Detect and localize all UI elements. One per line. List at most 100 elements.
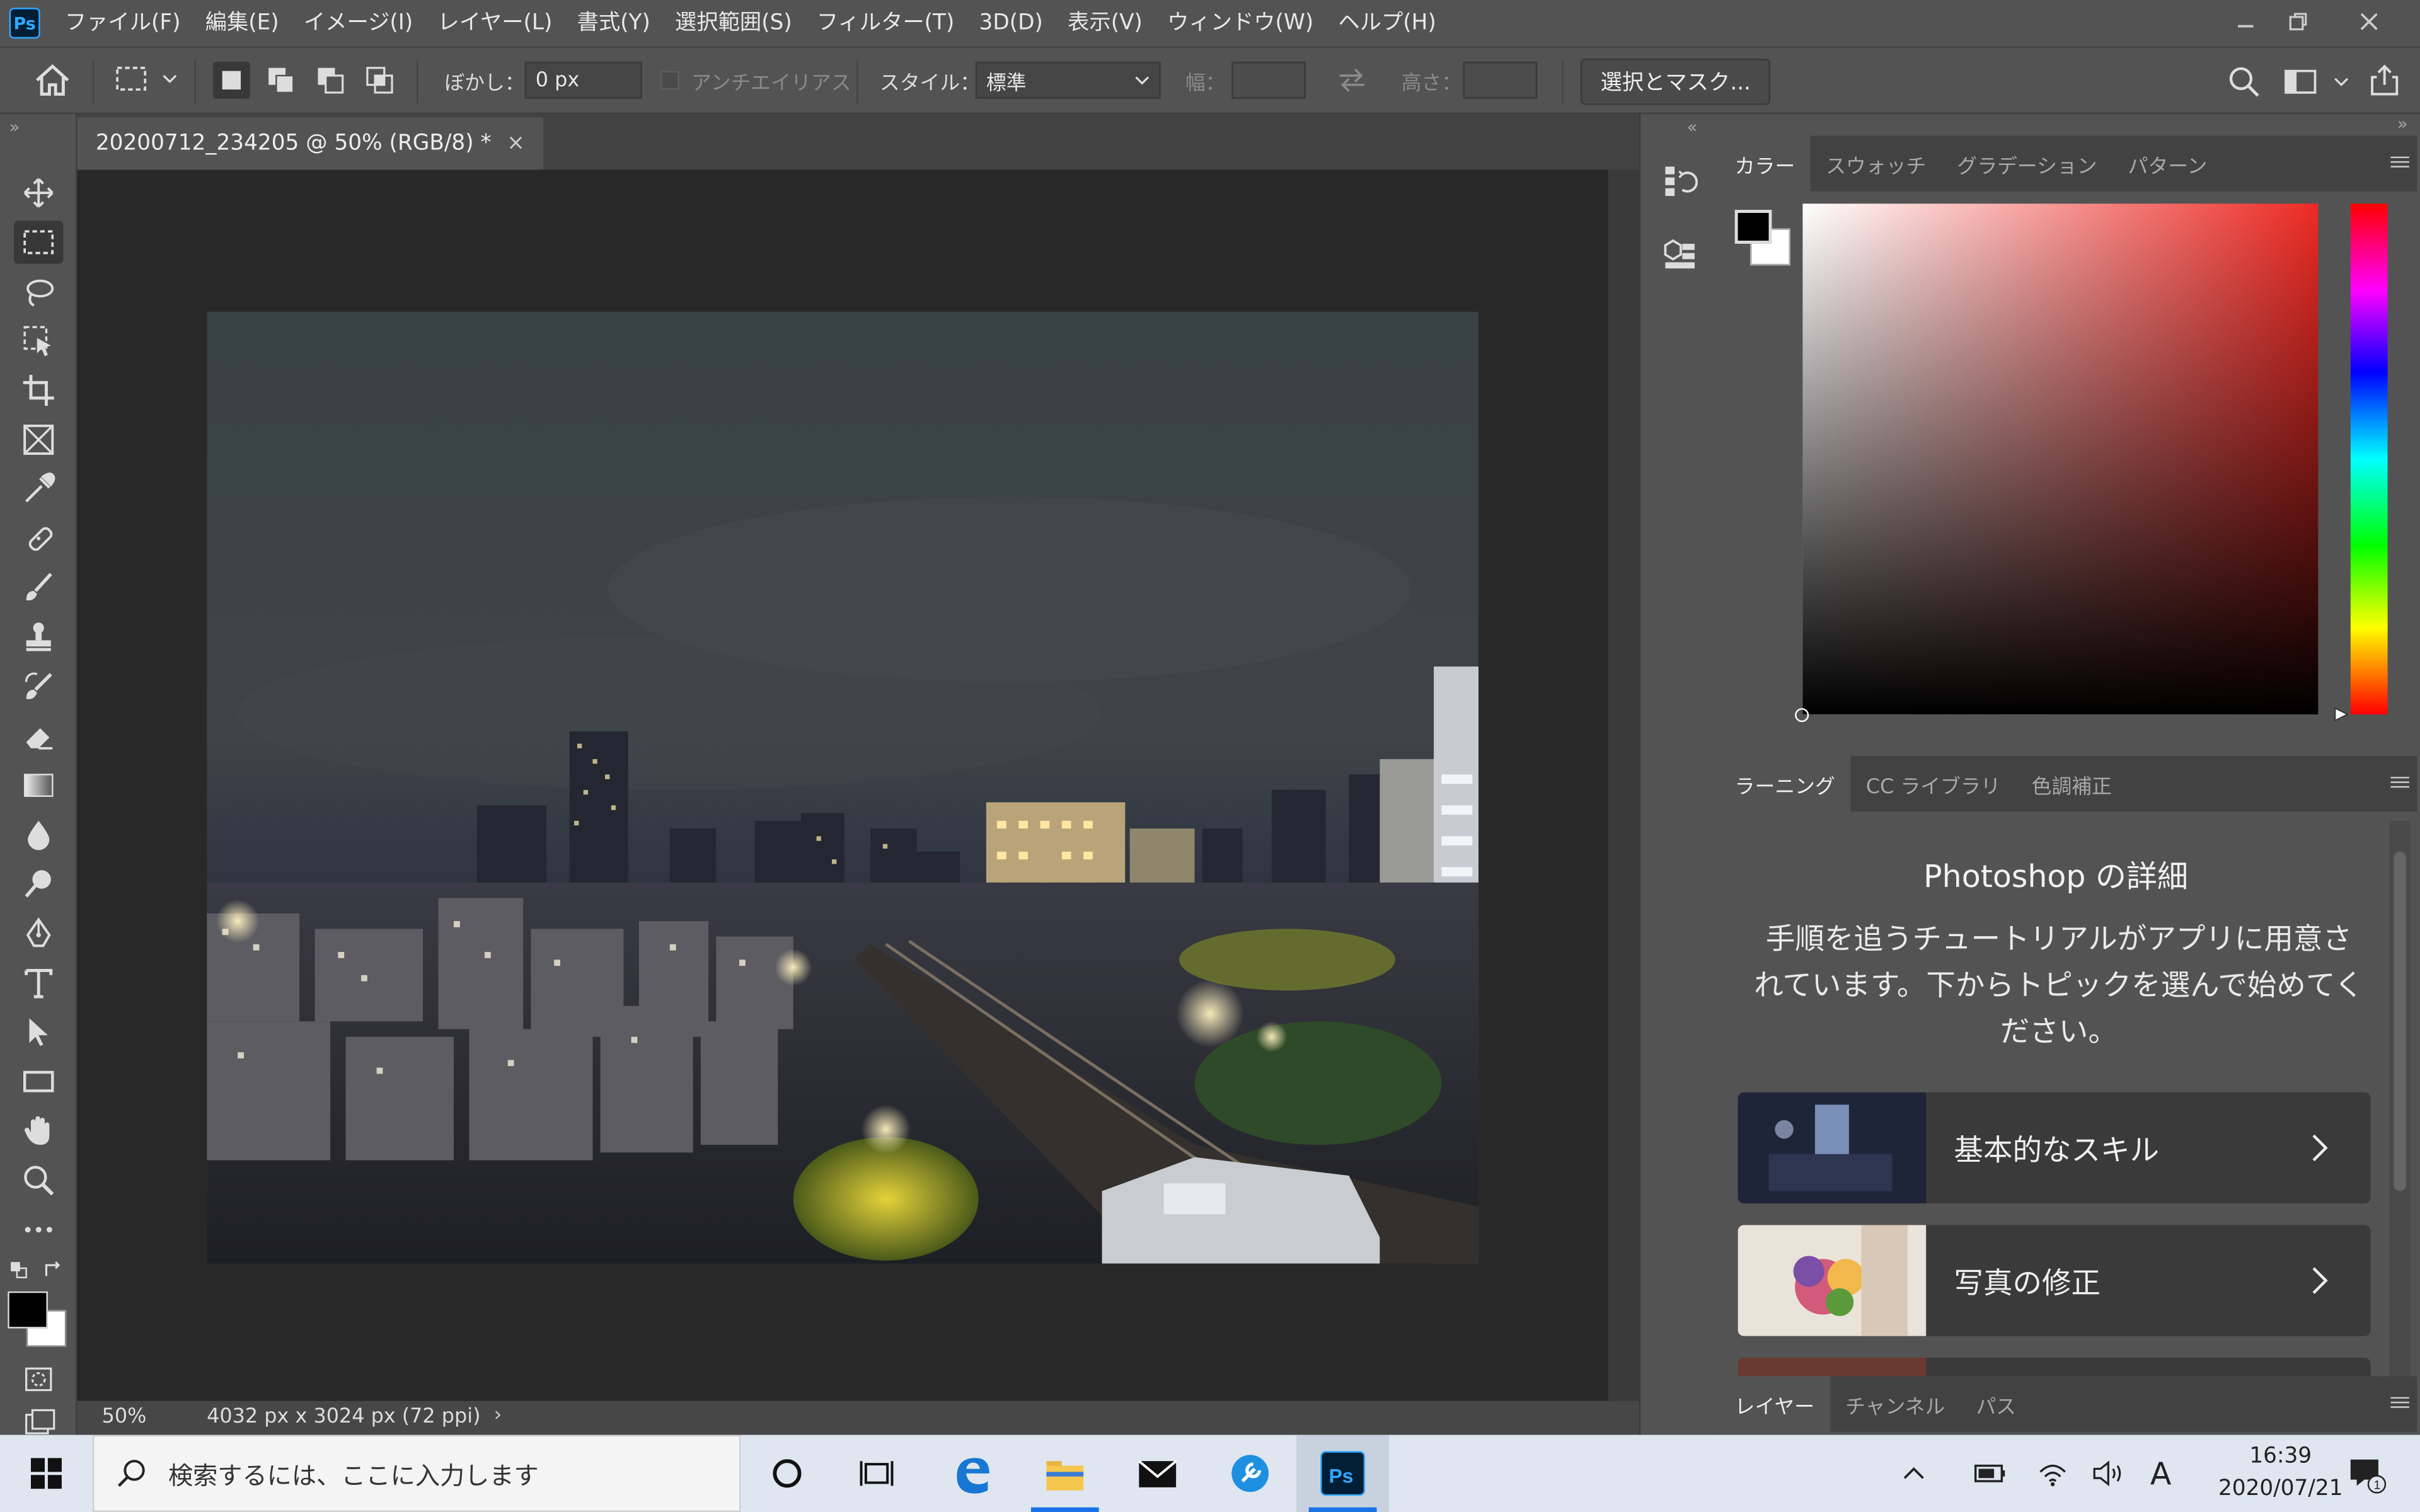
foreground-color-swatch[interactable] [8, 1291, 48, 1329]
workspace-icon[interactable] [2285, 66, 2319, 97]
menu-item[interactable]: ヘルプ(H) [1326, 0, 1449, 46]
panel-tab[interactable]: カラー [1719, 135, 1811, 192]
eyedropper-icon[interactable] [14, 467, 63, 511]
add-selection-button[interactable] [262, 62, 299, 99]
edge-icon[interactable] [926, 1435, 1018, 1512]
3d-icon[interactable] [1653, 228, 1705, 280]
zoom-level[interactable]: 50% [102, 1406, 147, 1429]
wifi-icon[interactable] [2022, 1435, 2083, 1512]
close-tab-icon[interactable]: × [507, 131, 525, 156]
new-selection-button[interactable] [212, 61, 250, 99]
panel-tab[interactable]: CC ライブラリ [1850, 756, 2016, 811]
pen-icon[interactable] [14, 912, 63, 955]
home-icon[interactable] [34, 63, 71, 97]
swap-icon[interactable] [1337, 68, 1368, 93]
cortana-icon[interactable] [741, 1435, 834, 1512]
style-select[interactable]: 標準 [975, 61, 1161, 99]
menu-item[interactable]: 書式(Y) [565, 0, 662, 46]
hue-slider[interactable] [2350, 203, 2388, 714]
expand-icon[interactable]: » [9, 117, 20, 137]
windows-start-icon[interactable] [0, 1435, 93, 1512]
collapse-panels-icon[interactable]: » [2397, 114, 2407, 134]
panel-tab[interactable]: チャンネル [1830, 1377, 1961, 1432]
frame-icon[interactable] [14, 418, 63, 462]
learn-card-photo-fix[interactable]: 写真の修正 [1737, 1225, 2371, 1336]
history-brush-icon[interactable] [14, 665, 63, 709]
hand-icon[interactable] [14, 1109, 63, 1153]
eraser-icon[interactable] [14, 714, 63, 758]
panel-tab[interactable]: パス [1961, 1377, 2032, 1432]
learn-scrollbar[interactable] [2389, 820, 2411, 1377]
gradient-icon[interactable] [14, 764, 63, 807]
search-icon[interactable] [2227, 65, 2261, 99]
screen-mode-icon[interactable] [14, 1407, 63, 1435]
share-icon[interactable] [2368, 63, 2402, 97]
panel-tab[interactable]: 色調補正 [2016, 756, 2127, 811]
taskbar-clock[interactable]: 16:39 2020/07/21 [2218, 1441, 2343, 1506]
stamp-icon[interactable] [14, 616, 63, 659]
zoom-icon[interactable] [14, 1159, 63, 1202]
color-field[interactable] [1795, 203, 2319, 723]
panel-tab[interactable]: パターン [2112, 136, 2223, 192]
notification-icon[interactable]: 1 [2327, 1435, 2404, 1512]
more-tools-icon[interactable] [14, 1208, 63, 1252]
menu-item[interactable]: レイヤー(L) [425, 0, 565, 46]
menu-item[interactable]: 3D(D) [967, 0, 1056, 46]
menu-item[interactable]: ウィンドウ(W) [1155, 0, 1326, 46]
intersect-selection-button[interactable] [361, 62, 398, 99]
select-and-mask-button[interactable]: 選択とマスク... [1580, 59, 1771, 105]
swap-colors-icon[interactable] [43, 1261, 65, 1279]
close-window-button[interactable] [2343, 0, 2395, 43]
default-colors-icon[interactable] [9, 1261, 31, 1279]
canvas-scrollbar[interactable] [1608, 169, 1639, 1401]
history-icon[interactable] [1653, 154, 1705, 207]
menu-item[interactable]: フィルター(T) [804, 0, 967, 46]
taskbar-search[interactable]: 検索するには、ここに入力します [92, 1435, 741, 1512]
feather-input[interactable]: 0 px [524, 61, 642, 99]
quick-mask-icon[interactable] [14, 1358, 63, 1401]
hue-slider-handle[interactable] [2334, 707, 2349, 722]
photoshop-taskbar-icon[interactable]: Ps [1296, 1435, 1390, 1512]
menu-item[interactable]: イメージ(I) [291, 0, 425, 46]
marquee-icon[interactable] [14, 220, 64, 264]
chevron-up-icon[interactable] [1883, 1435, 1945, 1512]
restore-button[interactable] [2272, 0, 2324, 43]
text-icon[interactable] [14, 961, 63, 1005]
battery-icon[interactable] [1960, 1435, 2022, 1512]
width-input[interactable] [1231, 61, 1306, 99]
tool-app-icon[interactable] [1204, 1435, 1296, 1512]
folder-icon[interactable] [1018, 1435, 1111, 1512]
document-tab[interactable]: 20200712_234205 @ 50% (RGB/8) * × [77, 117, 544, 170]
chevron-down-icon[interactable] [162, 72, 177, 85]
height-input[interactable] [1463, 61, 1538, 99]
panel-tab[interactable]: スウォッチ [1811, 136, 1942, 192]
antialias-checkbox[interactable] [660, 71, 679, 90]
path-select-icon[interactable] [14, 1011, 63, 1054]
panel-menu-icon[interactable] [2389, 1395, 2411, 1410]
learn-card-partial[interactable] [1737, 1358, 2371, 1377]
chevron-right-icon[interactable]: › [494, 1404, 502, 1428]
menu-item[interactable]: ファイル(F) [52, 0, 193, 46]
color-picker-handle[interactable] [1795, 708, 1809, 723]
panel-tab[interactable]: ラーニング [1719, 756, 1851, 812]
crop-icon[interactable] [14, 369, 63, 412]
blur-icon[interactable] [14, 813, 63, 857]
ime-indicator[interactable]: A [2130, 1435, 2192, 1512]
subtract-selection-button[interactable] [312, 62, 349, 99]
menu-item[interactable]: 表示(V) [1056, 0, 1155, 46]
foreground-color-swatch[interactable] [1734, 210, 1772, 244]
mail-icon[interactable] [1111, 1435, 1204, 1512]
panel-tab[interactable]: グラデーション [1942, 136, 2112, 192]
dodge-icon[interactable] [14, 862, 63, 906]
menu-item[interactable]: 選択範囲(S) [662, 0, 804, 46]
move-icon[interactable] [14, 171, 63, 215]
learn-card-basic-skills[interactable]: 基本的なスキル [1737, 1092, 2371, 1204]
healing-brush-icon[interactable] [14, 517, 63, 560]
rectangle-icon[interactable] [14, 1060, 63, 1103]
brush-icon[interactable] [14, 566, 63, 610]
minimize-button[interactable] [2220, 0, 2272, 43]
marquee-icon[interactable] [114, 65, 151, 96]
image-canvas[interactable] [207, 311, 1479, 1264]
lasso-icon[interactable] [14, 270, 63, 314]
chevron-down-icon[interactable] [2334, 76, 2349, 88]
